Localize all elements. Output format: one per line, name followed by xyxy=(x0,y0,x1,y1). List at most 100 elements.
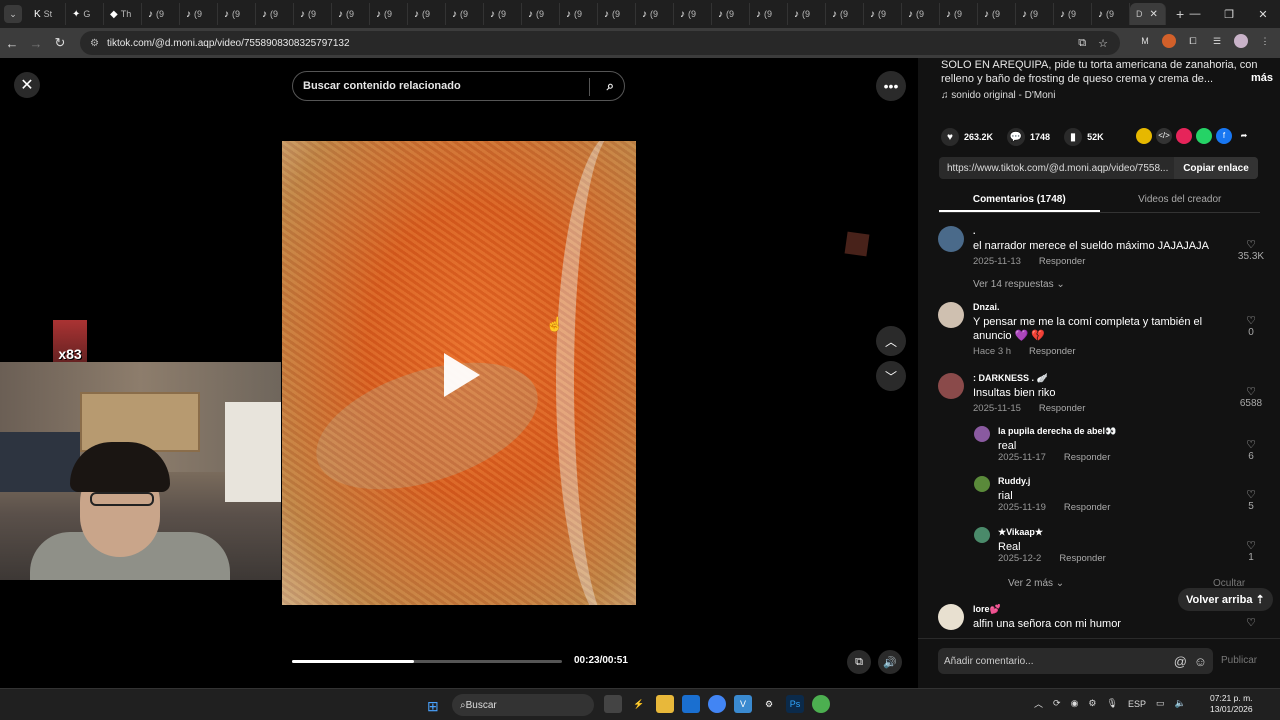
comment-username[interactable]: : DARKNESS . 🪽 xyxy=(973,373,1048,384)
comment-like-button[interactable]: ♡ 1 xyxy=(1234,539,1268,563)
outlook-icon[interactable] xyxy=(682,695,700,713)
volume-button[interactable]: 🔊 xyxy=(878,650,902,674)
browser-tab[interactable]: ♪ (9 xyxy=(750,3,788,25)
extension-orange-icon[interactable] xyxy=(1162,34,1176,48)
close-tab-icon[interactable]: ✕ xyxy=(1150,9,1158,20)
chrome-icon[interactable] xyxy=(708,695,726,713)
comment-button[interactable]: 💬 1748 xyxy=(1007,128,1050,146)
browser-tab[interactable]: ◆ Th xyxy=(104,3,142,25)
avatar[interactable] xyxy=(938,226,964,252)
reply-button[interactable]: Responder xyxy=(1059,553,1105,564)
browser-menu-icon[interactable]: ⋮ xyxy=(1258,34,1272,48)
mention-icon[interactable]: @ xyxy=(1174,654,1187,669)
video-progress-bar[interactable] xyxy=(292,660,562,663)
browser-tab[interactable]: ♪ (9 xyxy=(1016,3,1054,25)
network-icon[interactable]: ▭ xyxy=(1156,698,1165,709)
tab-creator-videos[interactable]: Videos del creador xyxy=(1100,188,1261,212)
avatar[interactable] xyxy=(938,373,964,399)
browser-tab[interactable]: ♪ (9 xyxy=(256,3,294,25)
language-indicator[interactable]: ESP xyxy=(1128,699,1146,709)
browser-tab[interactable]: ♪ (9 xyxy=(712,3,750,25)
browser-tab[interactable]: ♪ (9 xyxy=(1054,3,1092,25)
file-explorer-icon[interactable] xyxy=(656,695,674,713)
install-icon[interactable]: ⧉ xyxy=(1078,37,1086,50)
start-icon[interactable]: ⊞ xyxy=(427,698,439,715)
browser-tab[interactable]: ♪ (9 xyxy=(864,3,902,25)
reply-button[interactable]: Responder xyxy=(1064,502,1110,513)
share-arrow-icon[interactable]: ➦ xyxy=(1236,128,1252,144)
sound-link[interactable]: ♫ sonido original - D'Moni xyxy=(941,90,1055,101)
next-video-button[interactable]: ﹀ xyxy=(876,361,906,391)
taskbar-clock[interactable]: 07:21 p. m. 13/01/2026 xyxy=(1210,693,1253,715)
browser-tab[interactable]: ♪ (9 xyxy=(218,3,256,25)
floating-player-button[interactable]: ⧉ xyxy=(847,650,871,674)
app-v-icon[interactable]: V xyxy=(734,695,752,713)
browser-tab[interactable]: ♪ (9 xyxy=(522,3,560,25)
browser-tab[interactable]: ♪ (9 xyxy=(788,3,826,25)
play-icon[interactable] xyxy=(444,353,480,397)
tray-gear-icon[interactable]: ⚙ xyxy=(1088,698,1096,709)
related-search-input[interactable]: Buscar contenido relacionado ⌕ xyxy=(292,71,625,101)
emoji-icon[interactable]: ☺ xyxy=(1194,654,1207,669)
reply-button[interactable]: Responder xyxy=(1064,452,1110,463)
video-player[interactable] xyxy=(282,141,636,605)
comment-like-button[interactable]: ♡ 5 xyxy=(1234,488,1268,512)
save-button[interactable]: ▮ 52K xyxy=(1064,128,1104,146)
sidebar-icon[interactable]: ☰ xyxy=(1210,34,1224,48)
browser-tab[interactable]: ♪ (9 xyxy=(142,3,180,25)
facebook-icon[interactable]: f xyxy=(1216,128,1232,144)
browser-tab[interactable]: ♪ (9 xyxy=(446,3,484,25)
browser-tab[interactable]: ♪ (9 xyxy=(294,3,332,25)
browser-tab[interactable]: ♪ (9 xyxy=(978,3,1016,25)
comment-username[interactable]: . xyxy=(973,226,976,236)
close-video-button[interactable]: ✕ xyxy=(14,72,40,98)
restore-icon[interactable]: ❐ xyxy=(1212,0,1246,28)
forward-icon[interactable]: → xyxy=(24,36,48,51)
reload-icon[interactable]: ↻ xyxy=(48,35,72,51)
view-more-replies-link[interactable]: Ver 2 más ⌄ xyxy=(1008,578,1064,589)
avatar[interactable] xyxy=(938,604,964,630)
task-view-icon[interactable] xyxy=(604,695,622,713)
photoshop-icon[interactable]: Ps xyxy=(786,695,804,713)
profile-avatar-icon[interactable] xyxy=(1234,34,1248,48)
more-options-button[interactable]: ••• xyxy=(876,71,906,101)
tab-search-icon[interactable]: ⌄ xyxy=(4,5,22,23)
browser-tab[interactable]: ♪ (9 xyxy=(636,3,674,25)
comment-username[interactable]: la pupila derecha de abel👀 xyxy=(998,426,1116,437)
description-more-link[interactable]: más xyxy=(1251,71,1273,85)
reply-button[interactable]: Responder xyxy=(1029,346,1075,357)
tray-chevron-icon[interactable]: ︿ xyxy=(1034,697,1043,710)
speaker-icon[interactable]: 🔈 xyxy=(1174,698,1185,709)
app-red-icon[interactable]: ⚡ xyxy=(630,695,648,713)
minimize-icon[interactable]: — xyxy=(1178,0,1212,28)
browser-tab[interactable]: ♪ (9 xyxy=(902,3,940,25)
back-to-top-button[interactable]: Volver arriba ⇡ xyxy=(1178,588,1273,611)
avatar[interactable] xyxy=(974,527,990,543)
taskbar-search[interactable]: ⌕ Buscar xyxy=(452,694,594,716)
whatsapp-icon[interactable] xyxy=(1196,128,1212,144)
embed-icon[interactable]: </> xyxy=(1156,128,1172,144)
browser-tab[interactable]: K St xyxy=(28,3,66,25)
extension-m-icon[interactable]: M xyxy=(1138,34,1152,48)
tray-steam-icon[interactable]: ◉ xyxy=(1071,698,1079,709)
comment-input[interactable]: Añadir comentario... @ ☺ xyxy=(938,648,1213,674)
reply-button[interactable]: Responder xyxy=(1039,403,1085,414)
comment-username[interactable]: Ruddy.j xyxy=(998,476,1030,486)
comment-like-button[interactable]: ♡ 6 xyxy=(1234,438,1268,462)
comment-like-button[interactable]: ♡ xyxy=(1234,616,1268,629)
browser-tab[interactable]: ♪ (9 xyxy=(484,3,522,25)
comment-like-button[interactable]: ♡ 35.3K xyxy=(1234,238,1268,262)
extensions-puzzle-icon[interactable]: ⧠ xyxy=(1186,34,1200,48)
app-gear-icon[interactable]: ⚙ xyxy=(760,695,778,713)
close-window-icon[interactable]: ✕ xyxy=(1246,0,1280,28)
comment-username[interactable]: Dnzai. xyxy=(973,302,1000,312)
browser-tab[interactable]: ♪ (9 xyxy=(1092,3,1130,25)
previous-video-button[interactable]: ︿ xyxy=(876,326,906,356)
tab-comments[interactable]: Comentarios (1748) xyxy=(939,188,1100,212)
avatar[interactable] xyxy=(938,302,964,328)
avatar[interactable] xyxy=(974,426,990,442)
app-green-icon[interactable] xyxy=(812,695,830,713)
browser-tab[interactable]: ♪ (9 xyxy=(826,3,864,25)
tab-active[interactable]: D ✕ xyxy=(1130,3,1166,25)
like-button[interactable]: ♥ 263.2K xyxy=(941,128,993,146)
